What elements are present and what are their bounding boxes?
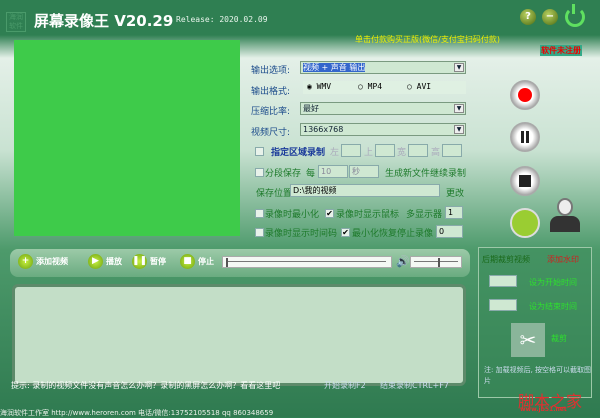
format-mp4-label: MP4	[367, 82, 383, 91]
stop-button[interactable]: ■ 停止	[180, 254, 214, 269]
change-path-button[interactable]: 更改	[446, 186, 464, 199]
trim-note: 注: 加载视频后, 按空格可以截取图片	[484, 366, 592, 385]
volume-icon[interactable]: 🔊	[396, 255, 410, 268]
set-start-button[interactable]: 设为开始时间	[529, 277, 577, 288]
stop-icon: ■	[180, 254, 195, 269]
segment-suffix: 生成新文件继续录制	[385, 169, 467, 179]
save-path-input[interactable]: D:\我的视频	[290, 184, 440, 197]
format-radio-avi[interactable]: ○ AVI	[407, 82, 431, 91]
start-time-input[interactable]	[489, 275, 517, 287]
restore-value-input[interactable]: 0	[436, 225, 463, 238]
app-logo: 海润软件	[6, 12, 26, 32]
pause-icon: ❚❚	[132, 254, 147, 269]
save-location-label: 保存位置	[256, 189, 293, 199]
output-option-select[interactable]: 视频 + 声音 输出 ▼	[300, 61, 466, 74]
region-checkbox[interactable]	[255, 147, 264, 156]
format-radio-mp4[interactable]: ○ MP4	[358, 82, 382, 91]
chevron-down-icon: ▼	[454, 104, 464, 113]
hotkey-end: 结束录制CTRL+F7	[380, 381, 449, 390]
segment-checkbox[interactable]	[255, 168, 264, 177]
format-label: 输出格式:	[251, 87, 291, 97]
pause-record-button[interactable]	[510, 122, 540, 152]
stop-label: 停止	[198, 257, 214, 266]
video-preview	[14, 40, 240, 236]
region-width-input[interactable]	[408, 144, 428, 157]
app-title: 屏幕录像王 V20.29	[34, 12, 174, 30]
buy-link[interactable]: 单击付款购买正版(微信/支付宝扫码付款)	[355, 34, 500, 45]
region-top-input[interactable]	[375, 144, 395, 157]
timecode-label: 录像时显示时间码	[265, 229, 338, 239]
add-video-label: 添加视频	[36, 257, 68, 266]
compression-label: 压缩比率:	[251, 107, 291, 117]
pause-label: 暂停	[150, 257, 166, 266]
screenshot-camera-icon[interactable]	[510, 208, 540, 238]
end-time-input[interactable]	[489, 299, 517, 311]
multi-monitor-input[interactable]: 1	[445, 206, 463, 219]
every-label: 每	[306, 169, 316, 179]
play-label: 播放	[106, 257, 122, 266]
restore-stop-label: 最小化恢复停止录像	[352, 229, 434, 239]
hotkey-start: 开始录制F2	[324, 381, 366, 390]
height-label: 高	[431, 148, 441, 158]
segment-label: 分段保存	[265, 169, 302, 179]
cut-button[interactable]: 裁剪	[551, 333, 567, 344]
region-height-input[interactable]	[442, 144, 462, 157]
power-icon[interactable]	[565, 4, 585, 27]
size-value: 1366x768	[303, 125, 344, 134]
width-label: 宽	[397, 148, 407, 158]
minimize-label: 录像时最小化	[265, 210, 320, 220]
record-button[interactable]	[510, 80, 540, 110]
chevron-down-icon: ▼	[454, 125, 464, 134]
video-list[interactable]	[12, 284, 466, 386]
add-watermark-button[interactable]: 添加水印	[547, 254, 579, 265]
show-cursor-label: 录像时显示鼠标	[336, 210, 400, 220]
trim-panel: 后期裁剪视频 添加水印 设为开始时间 设为结束时间 ✂ 裁剪 注: 加载视频后,…	[478, 247, 592, 398]
chevron-down-icon: ▼	[454, 63, 464, 72]
format-wmv-label: WMV	[316, 82, 332, 91]
left-label: 左	[330, 148, 340, 158]
help-button[interactable]: ?	[520, 9, 536, 25]
progress-slider[interactable]	[222, 256, 392, 268]
player-toolbar: + 添加视频 ▶ 播放 ❚❚ 暂停 ■ 停止 🔊	[10, 249, 470, 277]
format-radio-wmv[interactable]: ◉ WMV	[307, 82, 331, 91]
stop-record-button[interactable]	[510, 166, 540, 196]
set-end-button[interactable]: 设为结束时间	[529, 301, 577, 312]
support-avatar-icon[interactable]	[550, 198, 580, 234]
size-label: 视频尺寸:	[251, 128, 291, 138]
pause-button[interactable]: ❚❚ 暂停	[132, 254, 166, 269]
output-option-label: 输出选项:	[251, 66, 291, 76]
timecode-checkbox[interactable]	[255, 228, 264, 237]
region-label: 指定区域录制	[271, 148, 326, 158]
region-left-input[interactable]	[341, 144, 361, 157]
play-button[interactable]: ▶ 播放	[88, 254, 122, 269]
minimize-button[interactable]: −	[542, 9, 558, 25]
progress-thumb[interactable]	[226, 258, 228, 267]
top-label: 上	[364, 148, 374, 158]
minimize-checkbox[interactable]	[255, 209, 264, 218]
plus-icon: +	[18, 254, 33, 269]
play-icon: ▶	[88, 254, 103, 269]
show-cursor-checkbox[interactable]: ✔	[325, 209, 334, 218]
restore-stop-checkbox[interactable]: ✔	[341, 228, 350, 237]
volume-thumb[interactable]	[438, 258, 441, 267]
segment-input[interactable]: 10	[318, 165, 348, 178]
volume-slider[interactable]	[410, 256, 462, 268]
release-date: Release: 2020.02.09	[176, 15, 268, 24]
segment-unit-select[interactable]: 秒	[349, 165, 379, 178]
output-option-value: 视频 + 声音 输出	[303, 63, 366, 72]
watermark-url: www.jb51.net	[520, 406, 567, 413]
size-select[interactable]: 1366x768 ▼	[300, 123, 466, 136]
unregistered-badge: 软件未注册	[540, 45, 582, 56]
trim-label: 后期裁剪视频	[482, 255, 530, 264]
format-radio-group: ◉ WMV ○ MP4 ○ AVI	[303, 81, 466, 94]
format-avi-label: AVI	[416, 82, 432, 91]
compression-select[interactable]: 最好 ▼	[300, 102, 466, 115]
scissors-icon[interactable]: ✂	[511, 323, 545, 357]
add-video-button[interactable]: + 添加视频	[18, 254, 68, 269]
hint-link[interactable]: 提示: 录制的视频文件没有声音怎么办啊？录制的黑屏怎么办啊？看看这里吧	[11, 380, 280, 391]
compression-value: 最好	[303, 104, 319, 113]
multi-monitor-label: 多显示器	[406, 210, 443, 220]
